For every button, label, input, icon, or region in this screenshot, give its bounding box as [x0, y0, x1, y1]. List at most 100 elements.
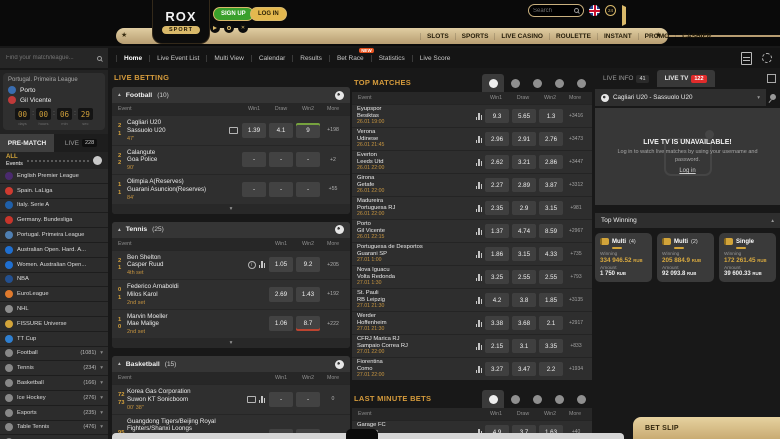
odds-draw[interactable]: 2.89 [512, 178, 536, 192]
more-markets[interactable]: +3312 [565, 182, 587, 188]
stats-icon[interactable] [476, 366, 483, 373]
subnav-link[interactable]: Bet RaceNEW [329, 55, 371, 62]
match-row[interactable]: 7273 Korea Gas Corporation Suwon KT Soni… [112, 384, 350, 414]
tab-ice-hockey[interactable] [548, 390, 570, 408]
match-row[interactable]: Werder Hoffenheim 27.01 21:30 3.38 3.68 … [352, 311, 592, 334]
subnav-link[interactable]: Multi View [206, 55, 251, 62]
sidebar-sport-category[interactable]: Esports (235) ▾ [0, 406, 108, 421]
stats-icon[interactable] [259, 396, 266, 403]
sidebar-sport-category[interactable]: Table Tennis (476) ▾ [0, 421, 108, 436]
more-markets[interactable]: +2 [322, 157, 344, 163]
stats-icon[interactable] [476, 228, 483, 235]
odds-draw[interactable]: 3.21 [512, 155, 536, 169]
odds-win2[interactable]: 2.76 [539, 132, 563, 146]
main-nav-item[interactable]: INSTANT [597, 33, 638, 40]
odds-win2[interactable]: 8.59 [539, 224, 563, 238]
subnav-link[interactable]: Live Score [412, 55, 458, 62]
more-markets[interactable]: +192 [322, 291, 344, 297]
stats-icon[interactable] [476, 297, 483, 304]
match-row[interactable]: Eyupspor Besiktas 26.01 19:00 9.3 5.65 1… [352, 104, 592, 127]
stats-icon[interactable] [476, 159, 483, 166]
support-24-icon[interactable]: 24 [605, 5, 616, 16]
football-panel-header[interactable]: ▴ Football (10) [112, 87, 350, 103]
tv-icon[interactable] [229, 127, 238, 134]
sidebar-sport-category[interactable]: Volleyball (102) ▾ [0, 435, 108, 439]
odds-win2[interactable]: 1.3 [539, 109, 563, 123]
odds-win1[interactable]: 1.06 [269, 316, 293, 331]
odds-draw[interactable]: 3.8 [512, 293, 536, 307]
odds-draw[interactable]: 3.1 [512, 339, 536, 353]
main-nav-item[interactable]: CASHIER [675, 33, 717, 40]
signup-button[interactable]: SIGN UP [213, 7, 254, 21]
expand-panel-button[interactable]: ▾ [112, 338, 350, 348]
main-nav-item[interactable]: SLOTS [420, 33, 455, 40]
match-row[interactable]: Porto Gil Vicente 26.01 22:15 1.37 4.74 … [352, 219, 592, 242]
fullscreen-icon[interactable] [767, 74, 776, 83]
tab-basketball[interactable] [504, 390, 526, 408]
match-row[interactable]: Fiorentina Como 27.01 22:00 3.27 3.47 2.… [352, 357, 592, 380]
odds-win2[interactable]: 2.2 [539, 362, 563, 376]
sidebar-sport-category[interactable]: Tennis (234) ▾ [0, 361, 108, 376]
sidebar-search[interactable] [0, 48, 108, 68]
match-row[interactable]: 22 Calangute Goa Police 90' - - - +2 [112, 145, 350, 175]
more-markets[interactable]: +3473 [565, 136, 587, 142]
odds-draw[interactable]: - [269, 182, 293, 197]
pin-icon[interactable] [766, 94, 780, 100]
match-selector-dropdown[interactable]: Cagliari U20 - Sassuolo U20 ▾ [595, 89, 766, 106]
odds-win1[interactable]: 4.2 [485, 293, 509, 307]
stats-icon[interactable] [476, 113, 483, 120]
odds-win1[interactable]: 1.86 [485, 247, 509, 261]
tab-live-info[interactable]: LIVE INFO 41 [595, 70, 657, 87]
login-button[interactable]: LOG IN [250, 7, 287, 21]
stats-icon[interactable] [476, 205, 483, 212]
login-link[interactable]: Log in [679, 168, 695, 174]
sidebar-league-item[interactable]: Portugal. Primeira League [0, 228, 108, 243]
winning-card[interactable]: Multi (2) Winning 205 884.9 RUB Amount 9… [657, 233, 714, 282]
odds-win1[interactable]: 2.69 [269, 287, 293, 302]
sidebar-league-item[interactable]: Italy. Serie A [0, 199, 108, 214]
stats-icon[interactable] [476, 343, 483, 350]
winning-card[interactable]: Single Winning 172 261.45 RUB Amount 39 … [719, 233, 776, 282]
chevron-up-icon[interactable]: ▴ [118, 361, 121, 367]
telegram-contact-icon[interactable] [622, 7, 626, 25]
more-markets[interactable]: +2967 [565, 228, 587, 234]
sidebar-league-item[interactable]: Australian Open. Hard. A... [0, 243, 108, 258]
stats-icon[interactable] [476, 320, 483, 327]
match-row[interactable]: 10 Marvin Moeller Mae Malige 2nd set 1.0… [112, 309, 350, 339]
main-nav-item[interactable]: LIVE CASINO [494, 33, 549, 40]
scroll-notch[interactable] [346, 429, 378, 439]
chevron-up-icon[interactable]: ▴ [118, 92, 121, 98]
info-icon[interactable]: i [248, 261, 256, 269]
odds-draw[interactable]: 4.74 [512, 224, 536, 238]
odds-draw[interactable]: - [269, 152, 293, 167]
more-markets[interactable]: +3447 [565, 159, 587, 165]
odds-win1[interactable]: - [242, 182, 266, 197]
sidebar-sport-category[interactable]: Football (1081) ▾ [0, 347, 108, 362]
gear-icon[interactable] [762, 53, 772, 63]
tab-live-tv[interactable]: LIVE TV 122 [657, 70, 715, 87]
match-row[interactable]: 21 Ben Shelton Casper Ruud 4th set i 1.0… [112, 250, 350, 280]
featured-match-card[interactable]: Portugal. Primeira League Porto Gil Vice… [3, 73, 105, 130]
chevron-up-icon[interactable]: ▴ [118, 227, 121, 233]
match-row[interactable]: St. Pauli RB Leipzig 27.01 21:30 4.2 3.8… [352, 288, 592, 311]
tab-football[interactable] [482, 390, 504, 408]
expand-panel-button[interactable]: ▾ [112, 204, 350, 214]
bet-slip-button[interactable]: BET SLIP [633, 417, 780, 439]
match-row[interactable]: Girona Getafe 26.01 22:00 2.27 2.89 3.87… [352, 173, 592, 196]
odds-draw[interactable]: 2.91 [512, 132, 536, 146]
odds-win2[interactable]: 2.1 [539, 316, 563, 330]
more-markets[interactable]: +205 [322, 262, 344, 268]
sidebar-league-item[interactable]: Germany. Bundesliga [0, 213, 108, 228]
more-markets[interactable]: +198 [322, 127, 344, 133]
tennis-panel-header[interactable]: ▴ Tennis (25) [112, 222, 350, 238]
tv-icon[interactable] [247, 396, 256, 403]
odds-win1[interactable]: - [269, 392, 293, 407]
odds-win2[interactable]: 9 [296, 123, 320, 138]
odds-win1[interactable]: - [242, 152, 266, 167]
tab-esports[interactable] [570, 390, 592, 408]
odds-draw[interactable]: 4.1 [269, 123, 293, 138]
more-markets[interactable]: +735 [565, 251, 587, 257]
odds-win2[interactable]: 3.87 [539, 178, 563, 192]
header-search[interactable] [528, 4, 584, 17]
match-row[interactable]: 01 Federico Arnaboldi Milos Karol 2nd se… [112, 279, 350, 309]
